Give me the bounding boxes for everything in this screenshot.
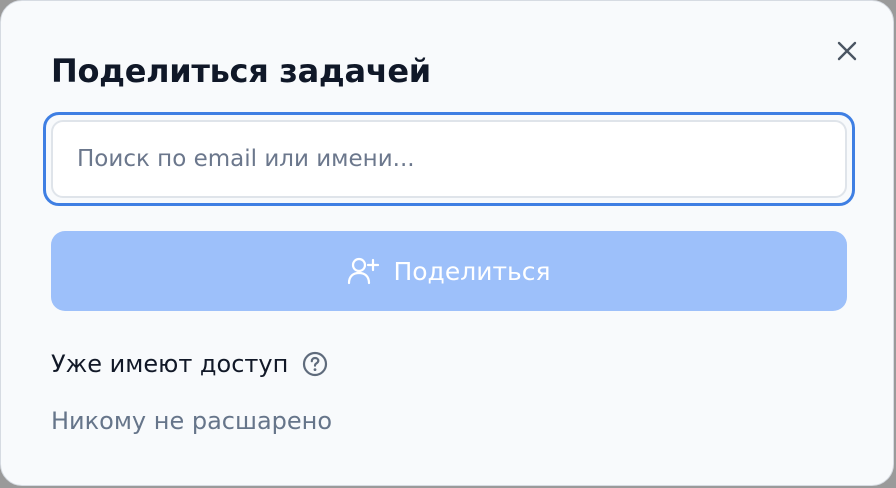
user-plus-icon <box>347 256 380 286</box>
dialog-title: Поделиться задачей <box>51 52 431 90</box>
close-button[interactable] <box>827 31 867 71</box>
access-heading: Уже имеют доступ <box>51 350 289 378</box>
search-field-focus-ring <box>43 112 855 206</box>
share-task-dialog: Поделиться задачей Поделиться Уже имеют … <box>0 0 894 486</box>
share-button[interactable]: Поделиться <box>51 231 847 311</box>
share-button-label: Поделиться <box>393 256 551 286</box>
empty-access-text: Никому не расшарено <box>51 407 333 435</box>
access-section-header: Уже имеют доступ <box>51 346 328 382</box>
close-icon <box>836 40 858 62</box>
search-input[interactable] <box>51 120 847 198</box>
question-circle-icon[interactable] <box>302 351 328 377</box>
